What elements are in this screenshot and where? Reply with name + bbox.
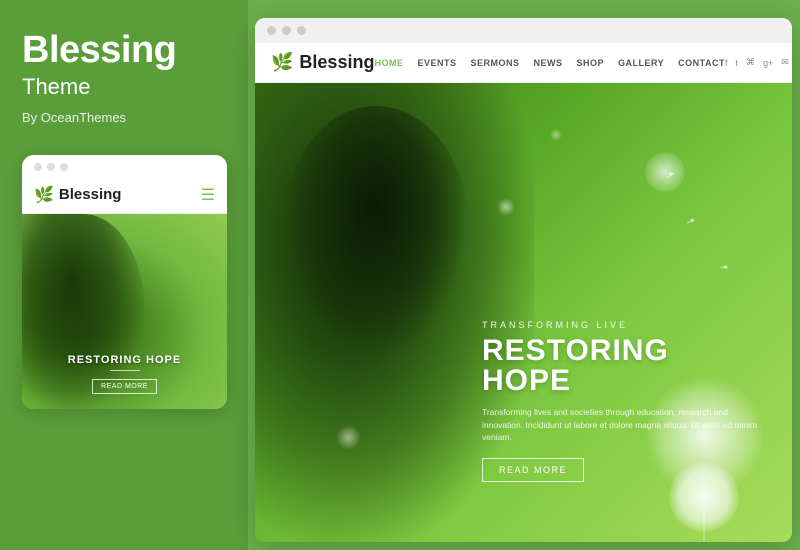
nav-link-home[interactable]: HOME xyxy=(374,58,403,68)
theme-author: By OceanThemes xyxy=(22,110,226,125)
mobile-hero-divider xyxy=(110,370,140,371)
mobile-nav: 🌿 Blessing ☰ xyxy=(22,177,227,214)
mobile-logo-area: 🌿 Blessing xyxy=(34,185,121,205)
theme-subtitle: Theme xyxy=(22,74,226,100)
nav-link-gallery[interactable]: GALLERY xyxy=(618,58,664,68)
mobile-hero-overlay: RESTORING HOPE READ MORE xyxy=(22,354,227,394)
desktop-window-bar xyxy=(255,18,792,43)
mobile-dot-2 xyxy=(47,163,55,171)
bokeh-circle-medium xyxy=(645,152,685,192)
theme-title: Blessing xyxy=(22,30,226,72)
hero-overline: TRANSFORMING LIVE xyxy=(482,320,762,330)
mobile-read-more-button[interactable]: READ MORE xyxy=(92,379,157,394)
nav-link-shop[interactable]: SHOP xyxy=(576,58,604,68)
rss-icon[interactable]: ⌘ xyxy=(746,57,755,68)
mobile-dot-1 xyxy=(34,163,42,171)
desktop-dot-1 xyxy=(267,26,276,35)
desktop-social-links: f t ⌘ g+ ✉ xyxy=(725,57,789,68)
bokeh-circle-small xyxy=(336,425,361,450)
desktop-logo-area: 🌿 Blessing xyxy=(271,52,374,73)
desktop-mockup: 🌿 Blessing HOME EVENTS SERMONS NEWS SHOP… xyxy=(255,18,792,542)
nav-link-news[interactable]: NEWS xyxy=(533,58,562,68)
desktop-dot-3 xyxy=(297,26,306,35)
desktop-hero: TRANSFORMING LIVE RESTORING HOPE Transfo… xyxy=(255,83,792,542)
mobile-hero-title: RESTORING HOPE xyxy=(22,354,227,366)
googleplus-icon[interactable]: g+ xyxy=(763,58,773,68)
desktop-dot-2 xyxy=(282,26,291,35)
hero-description: Transforming lives and societies through… xyxy=(482,406,762,444)
hero-main-title: RESTORING HOPE xyxy=(482,336,762,396)
desktop-logo-icon: 🌿 xyxy=(271,52,293,73)
mobile-hero: RESTORING HOPE READ MORE xyxy=(22,214,227,409)
mobile-dot-3 xyxy=(60,163,68,171)
desktop-nav: 🌿 Blessing HOME EVENTS SERMONS NEWS SHOP… xyxy=(255,43,792,83)
twitter-icon[interactable]: t xyxy=(736,58,739,68)
mobile-mockup: 🌿 Blessing ☰ RESTORING HOPE READ MORE xyxy=(22,155,227,409)
nav-link-events[interactable]: EVENTS xyxy=(417,58,456,68)
desktop-hero-content: TRANSFORMING LIVE RESTORING HOPE Transfo… xyxy=(482,320,762,482)
mobile-hamburger-icon[interactable]: ☰ xyxy=(201,185,215,205)
desktop-logo-text: Blessing xyxy=(299,52,374,73)
nav-link-contact[interactable]: CONTACT xyxy=(678,58,725,68)
desktop-nav-links: HOME EVENTS SERMONS NEWS SHOP GALLERY CO… xyxy=(374,58,725,68)
mobile-logo-icon: 🌿 xyxy=(34,185,54,205)
mobile-logo-text: Blessing xyxy=(59,186,122,203)
left-panel: Blessing Theme By OceanThemes 🌿 Blessing… xyxy=(0,0,248,550)
desktop-read-more-button[interactable]: READ MORE xyxy=(482,458,584,482)
nav-link-sermons[interactable]: SERMONS xyxy=(470,58,519,68)
facebook-icon[interactable]: f xyxy=(725,58,728,68)
mobile-window-bar xyxy=(22,155,227,177)
email-icon[interactable]: ✉ xyxy=(781,57,789,68)
